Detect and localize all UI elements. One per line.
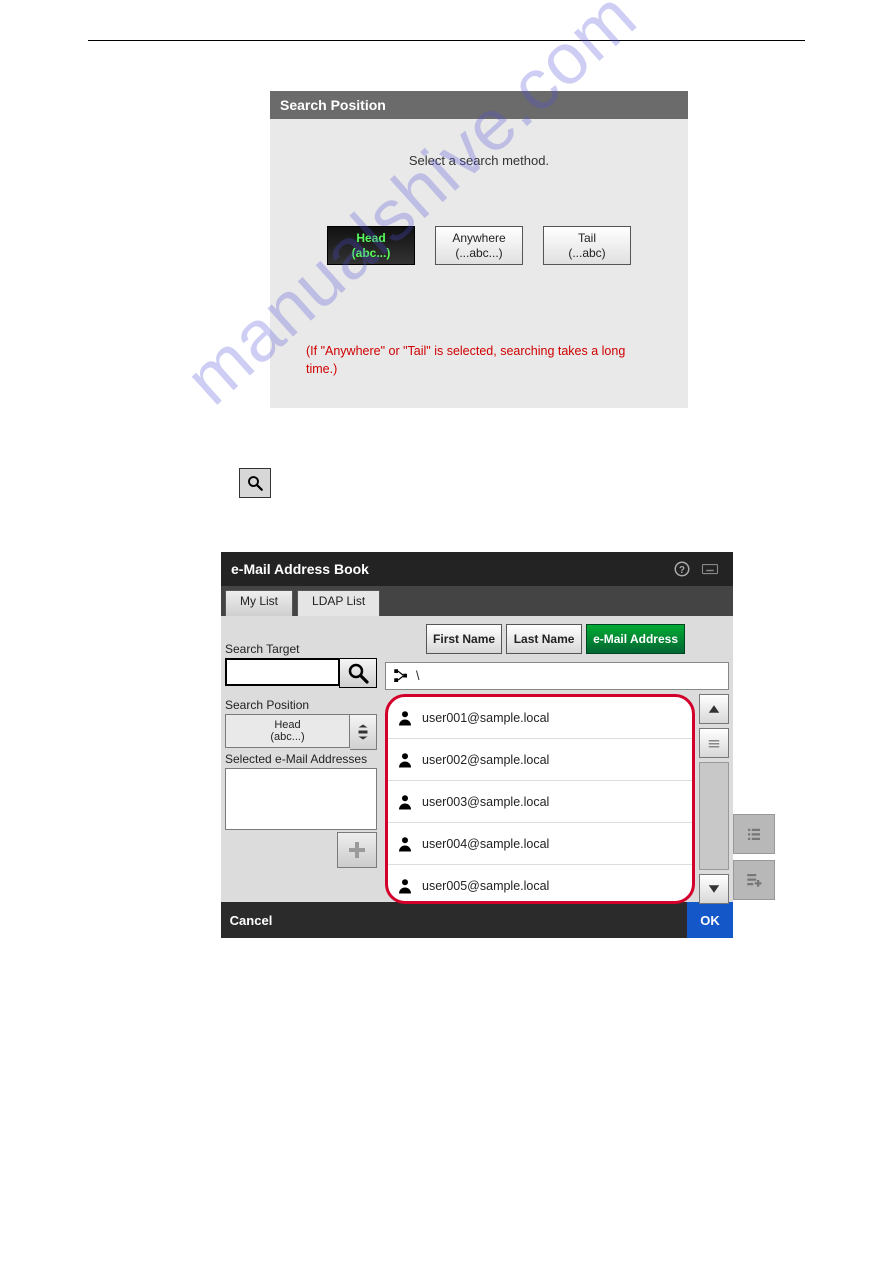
scroll-grip[interactable] [699,728,729,758]
side-action-buttons [733,814,773,900]
expand-icon [354,723,372,741]
plus-icon [345,838,369,862]
result-item[interactable]: user002@sample.local [388,739,692,781]
add-selected-button[interactable] [337,832,377,868]
list-plus-icon [745,871,763,889]
scroll-track[interactable] [699,762,729,870]
search-position-expand-button[interactable] [350,714,377,750]
search-position-panel: Search Position Select a search method. … [270,91,688,408]
tab-my-list[interactable]: My List [225,590,293,616]
ok-button[interactable]: OK [687,902,733,938]
selected-addresses-box [225,768,377,830]
results-scrollbar [699,694,729,904]
address-book-footer: Cancel OK [221,902,733,938]
help-icon[interactable]: ? [669,556,695,582]
cancel-button[interactable]: Cancel [221,902,281,938]
magnifier-icon [246,474,264,492]
person-icon [396,751,414,769]
method-anywhere-label: Anywhere [452,231,505,246]
scroll-up-button[interactable] [699,694,729,724]
person-icon [396,835,414,853]
email-address-book-panel: e-Mail Address Book ? My List LDAP List … [221,552,733,938]
method-head-hint: (abc...) [352,246,391,261]
mode-first-name-button[interactable]: First Name [426,624,502,654]
search-target-label: Search Target [225,642,377,656]
address-book-header: e-Mail Address Book ? [221,552,733,586]
search-button[interactable] [339,658,377,688]
result-email: user002@sample.local [422,753,549,767]
search-method-row: Head (abc...) Anywhere (...abc...) Tail … [300,226,658,265]
search-field-modes: First Name Last Name e-Mail Address [422,620,689,658]
method-anywhere-button[interactable]: Anywhere (...abc...) [435,226,523,265]
address-book-tabstrip: My List LDAP List [221,586,733,616]
mode-last-name-button[interactable]: Last Name [506,624,582,654]
result-item[interactable]: user003@sample.local [388,781,692,823]
method-head-button[interactable]: Head (abc...) [327,226,415,265]
result-email: user003@sample.local [422,795,549,809]
result-email: user004@sample.local [422,837,549,851]
magnifier-icon [346,661,370,685]
search-position-line2: (abc...) [270,731,304,743]
result-email: user001@sample.local [422,711,549,725]
list-icon [745,825,763,843]
search-target-input[interactable] [225,658,340,686]
result-item[interactable]: user004@sample.local [388,823,692,865]
mode-email-button[interactable]: e-Mail Address [586,624,685,654]
page-top-rule [88,40,805,41]
method-tail-label: Tail [578,231,596,246]
svg-text:?: ? [679,565,685,576]
method-anywhere-hint: (...abc...) [455,246,502,261]
address-book-title: e-Mail Address Book [231,561,369,577]
tab-ldap-list[interactable]: LDAP List [297,590,380,616]
method-head-label: Head [356,231,385,246]
search-position-display: Head (abc...) [225,714,350,748]
ldap-path-row: \ [385,662,729,690]
method-tail-button[interactable]: Tail (...abc) [543,226,631,265]
person-icon [396,877,414,895]
search-position-title: Search Position [270,91,688,119]
scroll-down-button[interactable] [699,874,729,904]
keyboard-icon[interactable] [697,556,723,582]
inline-search-icon-button [239,468,271,498]
triangle-down-icon [705,880,723,898]
grip-icon [705,734,723,752]
ldap-path-text: \ [416,669,419,683]
tree-icon [392,667,410,685]
address-book-right-column: \ user001@sample.local user002@sample.lo… [381,616,733,902]
person-icon [396,793,414,811]
person-icon [396,709,414,727]
search-position-note: (If "Anywhere" or "Tail" is selected, se… [300,343,658,378]
result-item[interactable]: user001@sample.local [388,697,692,739]
search-position-field-label: Search Position [225,698,377,712]
result-email: user005@sample.local [422,879,549,893]
selected-addresses-label: Selected e-Mail Addresses [225,752,377,766]
search-position-line1: Head [274,719,300,731]
add-to-list-button[interactable] [733,860,775,900]
triangle-up-icon [705,700,723,718]
list-view-button[interactable] [733,814,775,854]
results-list: user001@sample.local user002@sample.loca… [385,694,695,904]
search-position-instruction: Select a search method. [300,153,658,168]
address-book-left-column: Search Target Search Position Head (abc. [221,616,381,902]
method-tail-hint: (...abc) [568,246,605,261]
result-item[interactable]: user005@sample.local [388,865,692,904]
